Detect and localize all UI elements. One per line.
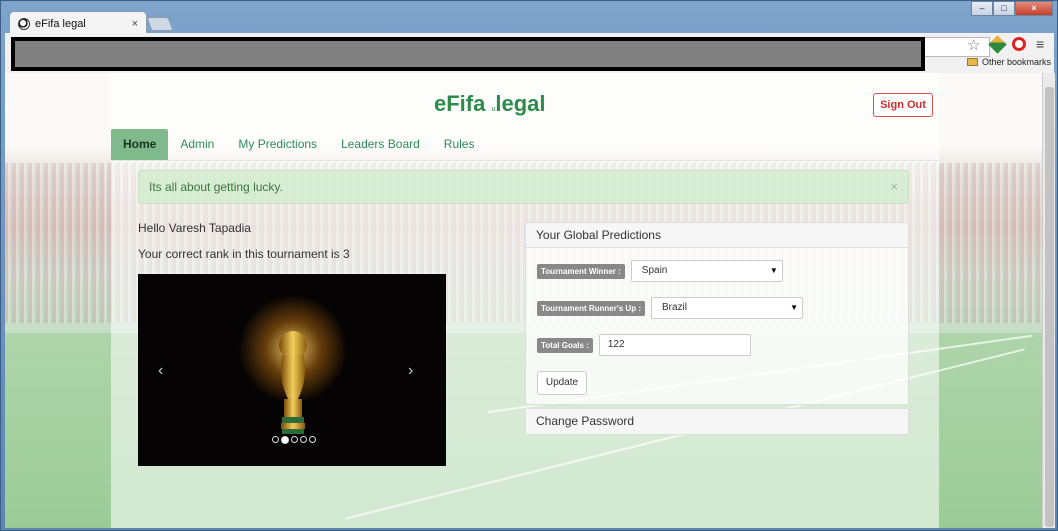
carousel-next-icon[interactable]: › — [408, 362, 413, 380]
change-password-panel: Change Password — [525, 408, 909, 435]
winner-value: Spain — [641, 265, 668, 276]
runnerup-row: Tournament Runner's Up : Brazil ▼ — [537, 297, 803, 319]
carousel-indicator[interactable] — [300, 436, 307, 443]
browser-toolbar — [5, 33, 1054, 73]
main-nav: Home Admin My Predictions Leaders Board … — [111, 129, 939, 161]
soccer-ball-icon — [18, 17, 30, 30]
vertical-scrollbar[interactable] — [1042, 73, 1055, 528]
tab-close-icon[interactable]: × — [132, 18, 138, 30]
success-alert: Its all about getting lucky. × — [138, 170, 909, 204]
new-tab-button[interactable] — [146, 17, 174, 31]
brand-logo[interactable]: eFifa ulegal — [434, 91, 546, 117]
other-bookmarks-label: Other bookmarks — [982, 57, 1052, 67]
chevron-down-icon: ▼ — [769, 266, 778, 275]
bookmark-star-icon[interactable]: ☆ — [967, 36, 980, 54]
browser-menu-icon[interactable]: ≡ — [1036, 36, 1044, 52]
brand-suffix: legal — [495, 91, 546, 116]
nav-admin[interactable]: Admin — [168, 129, 226, 160]
alert-message: Its all about getting lucky. — [149, 180, 283, 194]
carousel-indicator[interactable] — [309, 436, 316, 443]
runnerup-label: Tournament Runner's Up : — [537, 300, 645, 316]
carousel-indicators — [272, 436, 316, 444]
runnerup-select[interactable]: Brazil ▼ — [650, 297, 803, 319]
nav-home[interactable]: Home — [111, 129, 169, 160]
global-predictions-panel: Your Global Predictions Tournament Winne… — [525, 222, 909, 405]
browser-window: eFifa legal × – □ × ☆ ≡ Other bookmarks … — [0, 0, 1058, 531]
other-bookmarks[interactable]: Other bookmarks — [967, 57, 1051, 67]
winner-select[interactable]: Spain ▼ — [630, 260, 783, 282]
browser-tab[interactable]: eFifa legal × — [9, 11, 147, 35]
minimize-icon[interactable]: – — [971, 1, 993, 16]
carousel-indicator[interactable] — [291, 436, 298, 443]
nav-my-predictions[interactable]: My Predictions — [226, 129, 329, 160]
total-goals-input[interactable]: 122 — [598, 334, 751, 356]
folder-icon — [967, 58, 978, 66]
update-button[interactable]: Update — [537, 371, 587, 395]
winner-row: Tournament Winner : Spain ▼ — [537, 260, 783, 282]
carousel-indicator-active[interactable] — [281, 436, 289, 444]
rank-text: Your correct rank in this tournament is … — [138, 247, 350, 261]
goals-label: Total Goals : — [537, 337, 593, 353]
greeting-text: Hello Varesh Tapadia — [138, 221, 251, 235]
opera-extension-icon[interactable] — [1012, 37, 1026, 51]
carousel-prev-icon[interactable]: ‹ — [158, 362, 163, 380]
predictions-panel-title[interactable]: Your Global Predictions — [526, 223, 908, 248]
chevron-down-icon: ▼ — [790, 303, 798, 312]
scrollbar-thumb[interactable] — [1045, 87, 1054, 527]
address-bar-redacted[interactable] — [11, 37, 925, 71]
page-container: eFifa ulegal Sign Out Home Admin My Pred… — [111, 73, 939, 528]
window-controls: – □ × — [971, 1, 1053, 16]
alert-close-icon[interactable]: × — [890, 171, 898, 203]
carousel-indicator[interactable] — [272, 436, 279, 443]
goals-row: Total Goals : 122 — [537, 334, 751, 356]
maximize-icon[interactable]: □ — [993, 1, 1015, 16]
runnerup-value: Brazil — [661, 302, 687, 313]
page-viewport: eFifa ulegal Sign Out Home Admin My Pred… — [5, 73, 1042, 528]
world-cup-trophy-image — [279, 331, 307, 434]
window-close-icon[interactable]: × — [1015, 1, 1053, 16]
sign-out-button[interactable]: Sign Out — [873, 93, 933, 117]
nav-rules[interactable]: Rules — [432, 129, 487, 160]
winner-label: Tournament Winner : — [537, 263, 625, 279]
tab-strip: eFifa legal × – □ × — [1, 1, 1058, 35]
trophy-carousel: ‹ › — [138, 274, 446, 466]
nav-leaders-board[interactable]: Leaders Board — [329, 129, 432, 160]
brand-name: eFifa — [434, 91, 486, 116]
tab-title: eFifa legal — [35, 17, 86, 30]
change-password-title[interactable]: Change Password — [526, 409, 908, 434]
